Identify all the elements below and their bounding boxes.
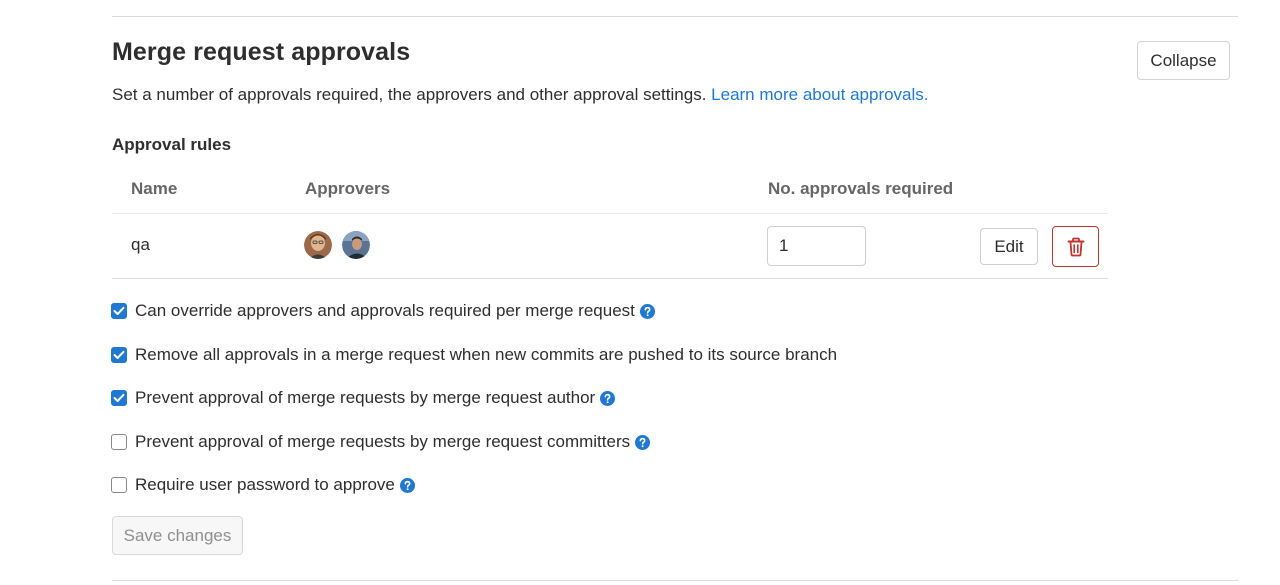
setting-checkbox[interactable]	[111, 390, 127, 406]
section-description: Set a number of approvals required, the …	[112, 85, 929, 105]
edit-rule-button[interactable]: Edit	[980, 228, 1038, 265]
table-bottom-divider	[112, 278, 1108, 279]
setting-row: Remove all approvals in a merge request …	[111, 344, 837, 366]
save-changes-button[interactable]: Save changes	[112, 516, 243, 555]
setting-checkbox[interactable]	[111, 477, 127, 493]
section-bottom-divider	[112, 580, 1238, 581]
setting-row: Prevent approval of merge requests by me…	[111, 431, 651, 453]
setting-row: Prevent approval of merge requests by me…	[111, 387, 616, 409]
checkmark-icon	[113, 350, 125, 359]
setting-label: Prevent approval of merge requests by me…	[135, 432, 631, 451]
setting-row: Require user password to approve	[111, 474, 415, 496]
setting-row: Can override approvers and approvals req…	[111, 300, 655, 322]
section-title: Merge request approvals	[112, 38, 411, 66]
collapse-button[interactable]: Collapse	[1137, 41, 1230, 80]
learn-more-link[interactable]: Learn more about approvals.	[711, 85, 928, 104]
approvals-required-input[interactable]	[767, 226, 866, 266]
help-icon[interactable]	[399, 477, 415, 493]
trash-icon	[1067, 237, 1084, 256]
avatar-image	[342, 231, 370, 259]
approval-rules-heading: Approval rules	[112, 135, 232, 154]
section-top-divider	[112, 16, 1238, 17]
setting-checkbox[interactable]	[111, 434, 127, 450]
avatar-image	[304, 231, 332, 259]
column-header-approvals-required: No. approvals required	[768, 179, 954, 198]
setting-label: Can override approvers and approvals req…	[135, 301, 635, 320]
setting-checkbox[interactable]	[111, 303, 127, 319]
help-icon[interactable]	[600, 390, 616, 406]
avatar[interactable]	[342, 231, 370, 259]
help-icon[interactable]	[639, 303, 655, 319]
setting-checkbox[interactable]	[111, 347, 127, 363]
avatar[interactable]	[304, 231, 332, 259]
column-header-name: Name	[131, 179, 178, 198]
checkmark-icon	[113, 306, 125, 315]
column-header-approvers: Approvers	[305, 179, 391, 198]
setting-label: Require user password to approve	[135, 475, 395, 494]
table-header-divider	[112, 213, 1108, 214]
delete-rule-button[interactable]	[1052, 226, 1099, 267]
checkmark-icon	[113, 393, 125, 402]
help-icon[interactable]	[635, 434, 651, 450]
description-text: Set a number of approvals required, the …	[112, 85, 707, 104]
rule-name: qa	[131, 235, 150, 254]
setting-label: Remove all approvals in a merge request …	[135, 345, 838, 364]
setting-label: Prevent approval of merge requests by me…	[135, 388, 596, 407]
